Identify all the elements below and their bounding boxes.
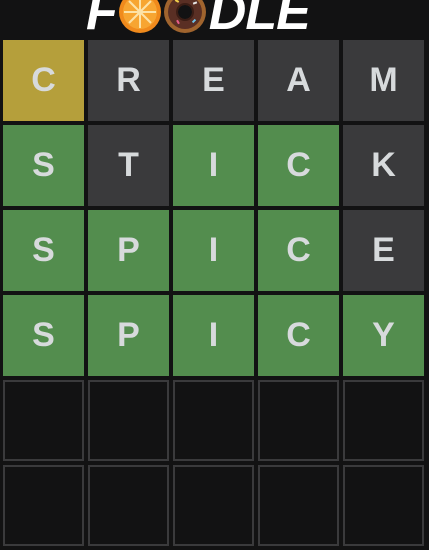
tile bbox=[173, 465, 254, 546]
tile bbox=[258, 465, 339, 546]
tile bbox=[88, 465, 169, 546]
tile: A bbox=[258, 40, 339, 121]
tile: C bbox=[258, 125, 339, 206]
logo-letter-e: E bbox=[276, 0, 311, 38]
tile: I bbox=[173, 125, 254, 206]
tile: C bbox=[258, 210, 339, 291]
tile: E bbox=[173, 40, 254, 121]
tile: M bbox=[343, 40, 424, 121]
tile bbox=[88, 380, 169, 461]
guess-row-2: S T I C K bbox=[3, 125, 429, 206]
tile: K bbox=[343, 125, 424, 206]
guess-row-4: S P I C Y bbox=[3, 295, 429, 376]
game-header: F D L E bbox=[0, 0, 429, 38]
tile: C bbox=[3, 40, 84, 121]
tile: C bbox=[258, 295, 339, 376]
orange-slice-icon bbox=[118, 0, 161, 33]
tile: E bbox=[343, 210, 424, 291]
logo-letter-d: D bbox=[208, 0, 247, 38]
guess-row-5 bbox=[3, 380, 429, 461]
tile bbox=[343, 465, 424, 546]
tile: S bbox=[3, 295, 84, 376]
tile: Y bbox=[343, 295, 424, 376]
tile bbox=[343, 380, 424, 461]
tile: I bbox=[173, 210, 254, 291]
tile bbox=[3, 465, 84, 546]
logo-food-icons bbox=[118, 0, 208, 34]
game-board: C R E A M S T I C K S P I C E S P I C Y bbox=[0, 40, 429, 550]
tile: P bbox=[88, 295, 169, 376]
tile: T bbox=[88, 125, 169, 206]
tile bbox=[3, 380, 84, 461]
tile bbox=[258, 380, 339, 461]
tile: I bbox=[173, 295, 254, 376]
tile bbox=[173, 380, 254, 461]
tile: S bbox=[3, 125, 84, 206]
tile: R bbox=[88, 40, 169, 121]
logo-letter-f: F bbox=[86, 0, 118, 38]
logo-letter-l: L bbox=[245, 0, 277, 38]
donut-icon bbox=[163, 0, 206, 33]
foodle-logo: F D L E bbox=[86, 0, 311, 38]
guess-row-1: C R E A M bbox=[3, 40, 429, 121]
tile: S bbox=[3, 210, 84, 291]
guess-row-3: S P I C E bbox=[3, 210, 429, 291]
tile: P bbox=[88, 210, 169, 291]
guess-row-6 bbox=[3, 465, 429, 546]
